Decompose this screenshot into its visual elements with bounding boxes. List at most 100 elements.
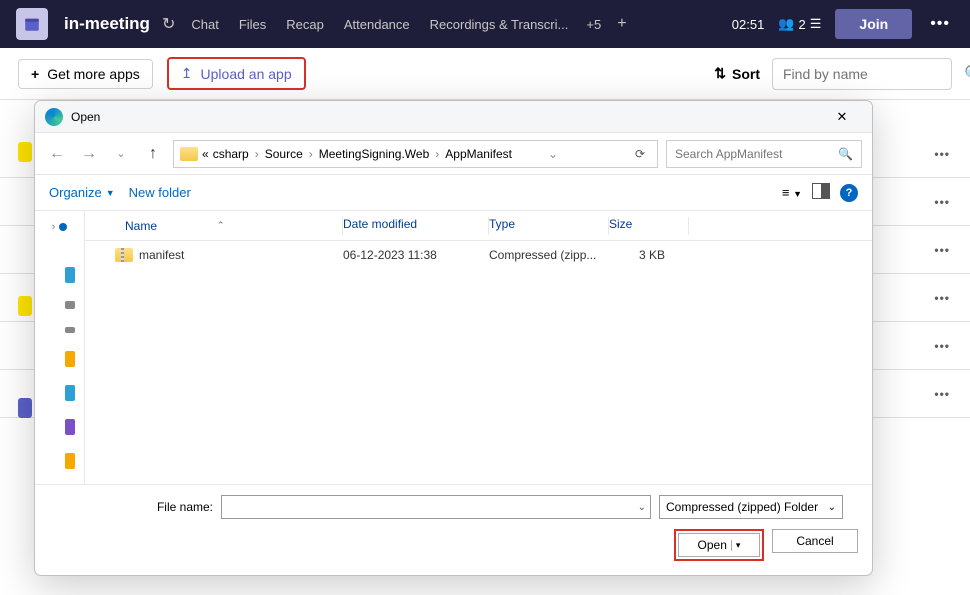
people-icon: 👥: [778, 16, 794, 32]
dialog-toolbar: Organize ▼ New folder ≡ ▼ ?: [35, 175, 872, 211]
chevron-right-icon: ›: [307, 147, 315, 161]
filename-input[interactable]: ⌄: [221, 495, 651, 519]
sidebar-thumb[interactable]: [65, 453, 75, 469]
chevron-down-icon: ▼: [106, 188, 115, 198]
more-tabs-count[interactable]: +5: [578, 17, 609, 32]
col-name-label[interactable]: Name: [125, 219, 157, 233]
join-button[interactable]: Join: [835, 9, 912, 39]
sort-asc-icon: ⌃: [217, 220, 225, 231]
filter-label: Compressed (zipped) Folder: [666, 500, 818, 514]
tab-chat[interactable]: Chat: [181, 17, 228, 32]
open-label: Open: [698, 538, 727, 552]
row-more-icon[interactable]: •••: [934, 195, 950, 209]
nav-recent-icon[interactable]: ⌄: [109, 147, 133, 160]
chevron-right-icon: ›: [253, 147, 261, 161]
file-type: Compressed (zipp...: [489, 248, 609, 262]
edge-icon: [45, 108, 63, 126]
organize-button[interactable]: Organize ▼: [49, 185, 115, 200]
file-list: Name ⌃ Date modified Type Size manifest 0…: [85, 211, 872, 484]
search-icon: 🔍: [838, 147, 853, 161]
tab-attendance[interactable]: Attendance: [334, 17, 420, 32]
tab-files[interactable]: Files: [229, 17, 276, 32]
teams-header: in-meeting ↻ Chat Files Recap Attendance…: [0, 0, 970, 48]
folder-icon: [180, 147, 198, 161]
file-row[interactable]: manifest 06-12-2023 11:38 Compressed (zi…: [85, 241, 872, 269]
sort-button[interactable]: ⇅ Sort: [714, 65, 760, 82]
participants-control[interactable]: 👥 2 ☰: [778, 16, 821, 32]
cancel-button[interactable]: Cancel: [772, 529, 858, 553]
bc-item[interactable]: AppManifest: [445, 147, 512, 161]
view-list-icon[interactable]: ≡ ▼: [782, 185, 802, 200]
sidebar-thumb[interactable]: [65, 351, 75, 367]
sort-icon: ⇅: [714, 65, 726, 82]
sidebar-thumb[interactable]: [65, 327, 75, 333]
chevron-down-icon[interactable]: ⌄: [638, 502, 646, 513]
sort-label: Sort: [732, 66, 760, 82]
open-button-highlight: Open ▾: [674, 529, 764, 561]
meeting-title: in-meeting: [64, 14, 150, 34]
col-type-label[interactable]: Type: [489, 217, 515, 231]
open-dropdown-icon[interactable]: ▾: [731, 540, 741, 551]
nav-up-icon[interactable]: ↑: [141, 145, 165, 163]
sync-icon[interactable]: ↻: [162, 14, 175, 34]
breadcrumb[interactable]: « csharp › Source › MeetingSigning.Web ›…: [173, 140, 658, 168]
row-more-icon[interactable]: •••: [934, 243, 950, 257]
sidebar-thumb[interactable]: [65, 301, 75, 309]
row-more-icon[interactable]: •••: [934, 147, 950, 161]
tab-recordings[interactable]: Recordings & Transcri...: [420, 17, 579, 32]
sidebar-thumb[interactable]: [65, 385, 75, 401]
get-more-apps-button[interactable]: + Get more apps: [18, 59, 153, 89]
bc-item[interactable]: csharp: [213, 147, 249, 161]
nav-forward-icon[interactable]: →: [77, 145, 101, 163]
close-icon[interactable]: ✕: [822, 109, 862, 125]
upload-icon: ↥: [181, 65, 193, 82]
dialog-footer: File name: ⌄ Compressed (zipped) Folder …: [35, 484, 872, 575]
sidebar-thumb[interactable]: [65, 419, 75, 435]
upload-label: Upload an app: [201, 66, 292, 82]
header-more-icon[interactable]: •••: [926, 15, 954, 33]
nav-back-icon[interactable]: ←: [45, 145, 69, 163]
row-more-icon[interactable]: •••: [934, 291, 950, 305]
bc-item[interactable]: MeetingSigning.Web: [319, 147, 430, 161]
header-tabs: Chat Files Recap Attendance Recordings &…: [181, 15, 634, 33]
bc-item[interactable]: Source: [265, 147, 303, 161]
bc-prefix: «: [202, 147, 209, 161]
row-more-icon[interactable]: •••: [934, 387, 950, 401]
file-filter-select[interactable]: Compressed (zipped) Folder ⌄: [659, 495, 843, 519]
list-header: Name ⌃ Date modified Type Size: [85, 211, 872, 241]
file-name: manifest: [139, 248, 184, 262]
sidebar-expand-icon[interactable]: ›: [35, 215, 84, 239]
upload-app-button[interactable]: ↥ Upload an app: [167, 57, 306, 90]
calendar-icon: [16, 8, 48, 40]
people-count: 2: [799, 17, 806, 32]
find-by-name-search[interactable]: 🔍: [772, 58, 952, 90]
dialog-search[interactable]: 🔍: [666, 140, 862, 168]
zip-icon: [115, 248, 133, 262]
sidebar-thumb[interactable]: [65, 267, 75, 283]
dialog-titlebar: Open ✕: [35, 101, 872, 133]
refresh-icon[interactable]: ⟳: [629, 147, 651, 161]
file-size: 3 KB: [609, 248, 689, 262]
new-folder-button[interactable]: New folder: [129, 185, 191, 200]
help-icon[interactable]: ?: [840, 184, 858, 202]
file-open-dialog: Open ✕ ← → ⌄ ↑ « csharp › Source › Meeti…: [34, 100, 873, 576]
list-icon: ☰: [810, 16, 822, 32]
col-date-label[interactable]: Date modified: [343, 217, 417, 231]
tab-recap[interactable]: Recap: [276, 17, 334, 32]
chevron-right-icon: ›: [433, 147, 441, 161]
row-more-icon[interactable]: •••: [934, 339, 950, 353]
col-size-label[interactable]: Size: [609, 217, 632, 231]
chevron-down-icon: ⌄: [828, 502, 836, 513]
add-tab-icon[interactable]: +: [609, 15, 634, 33]
open-button[interactable]: Open ▾: [678, 533, 760, 557]
dialog-nav: ← → ⌄ ↑ « csharp › Source › MeetingSigni…: [35, 133, 872, 175]
get-apps-label: Get more apps: [47, 66, 140, 82]
find-input[interactable]: [783, 66, 964, 82]
preview-pane-icon[interactable]: [812, 183, 830, 202]
chevron-down-icon[interactable]: ⌄: [546, 147, 560, 161]
search-icon: 🔍: [964, 64, 970, 84]
dialog-search-input[interactable]: [675, 147, 838, 161]
plus-icon: +: [31, 66, 39, 82]
organize-label: Organize: [49, 185, 102, 200]
meeting-timer: 02:51: [732, 17, 765, 32]
